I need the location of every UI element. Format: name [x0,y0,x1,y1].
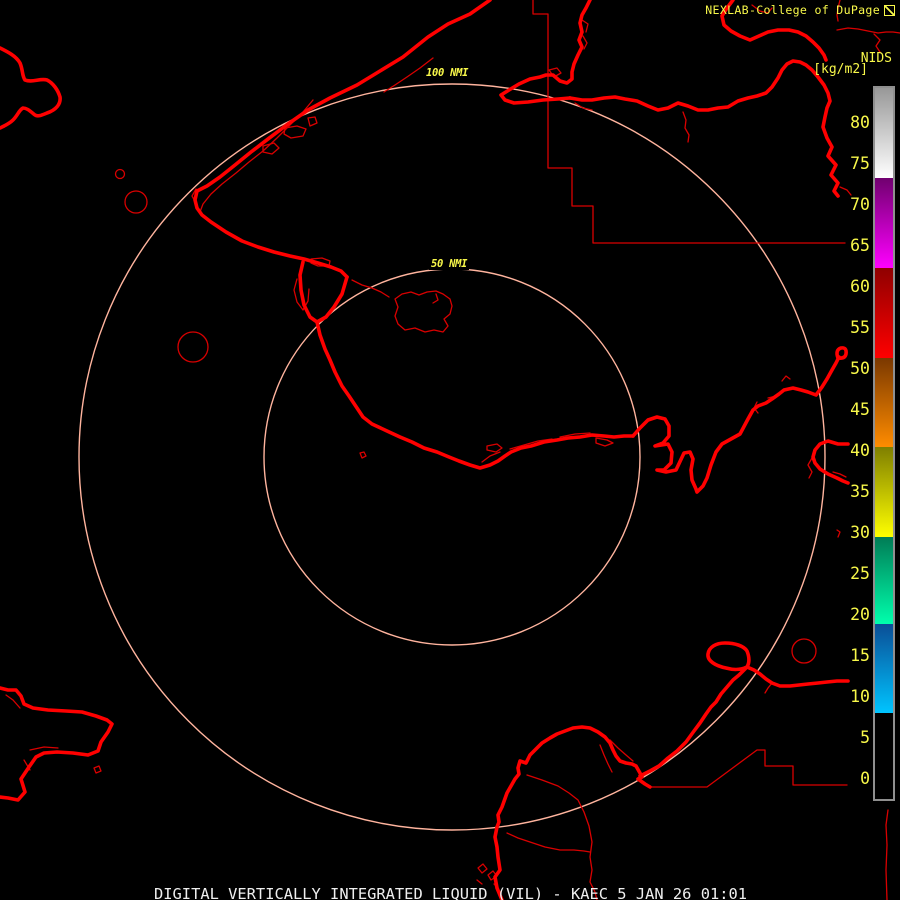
colorbar-tick-label: 80 [850,112,870,132]
coastline-path [568,59,840,198]
boundary-detail-path [432,293,439,304]
colorbar-tick-label: 60 [850,276,870,296]
boundary-detail-path [764,682,773,694]
coastline-path [493,725,652,900]
colorbar-tick-label: 5 [860,727,870,747]
lake-outline [177,331,209,363]
brand-text: NEXLAB-College of DuPage [705,3,880,17]
coastline-path [638,665,749,778]
boundary-detail-path [359,451,367,459]
colorbar-tick-label: 10 [850,686,870,706]
boundary-detail-path [526,774,598,900]
coastline-path [631,355,841,494]
colorbar-tick-label: 20 [850,604,870,624]
colorbar-tick-label: 55 [850,317,870,337]
boundary-detail-path [506,832,591,853]
lake-outline [124,190,148,214]
coastline-path [499,0,592,105]
boundary-detail-path [682,111,690,143]
boundary-detail-path [486,443,503,453]
coastline-path [315,320,635,470]
flag-icon [884,4,895,16]
boundary-detail-path [476,879,483,885]
radar-map [0,0,900,900]
colorbar-tick-label: 30 [850,522,870,542]
boundary-detail-path [394,290,453,333]
boundary-detail-path [781,375,791,382]
boundary-detail-path [599,744,613,773]
colorbar-tick-label: 40 [850,440,870,460]
colorbar-tick-label: 50 [850,358,870,378]
range-ring-label-100nmi: 100 NMI [424,67,471,79]
colorbar [873,86,895,801]
brand-bar: NEXLAB-College of DuPage [705,3,895,17]
colorbar-tick-label: 75 [850,153,870,173]
boundary-detail-path [5,694,21,709]
coastline-path [193,0,492,279]
colorbar-tick-label: 70 [850,194,870,214]
colorbar-tick-label: 35 [850,481,870,501]
boundary-detail-path [283,125,307,139]
radar-screen: NEXLAB-College of DuPage NIDS [kg/m2] 80… [0,0,900,900]
boundary-detail-path [477,863,488,874]
range-ring-label-50nmi: 50 NMI [429,258,470,270]
product-caption: DIGITAL VERTICALLY INTEGRATED LIQUID (VI… [154,885,748,900]
boundary-detail-path [93,765,102,774]
boundary-detail-path [595,437,614,447]
coastline-path [706,641,751,672]
boundary-detail-path [885,809,889,900]
colorbar-tick-label: 65 [850,235,870,255]
boundary-detail-path [307,116,318,127]
lake-outline [114,168,126,180]
boundary-detail-path [836,27,900,34]
colorbar-tick-label: 45 [850,399,870,419]
colorbar-tick-label: 15 [850,645,870,665]
colorbar-tick-label: 25 [850,563,870,583]
boundary-detail-path [873,33,881,53]
colorbar-tick-label: 0 [860,768,870,788]
colorbar-units: [kg/m2] [813,62,868,77]
coastline-path [0,46,62,130]
boundary-detail-path [29,746,59,751]
